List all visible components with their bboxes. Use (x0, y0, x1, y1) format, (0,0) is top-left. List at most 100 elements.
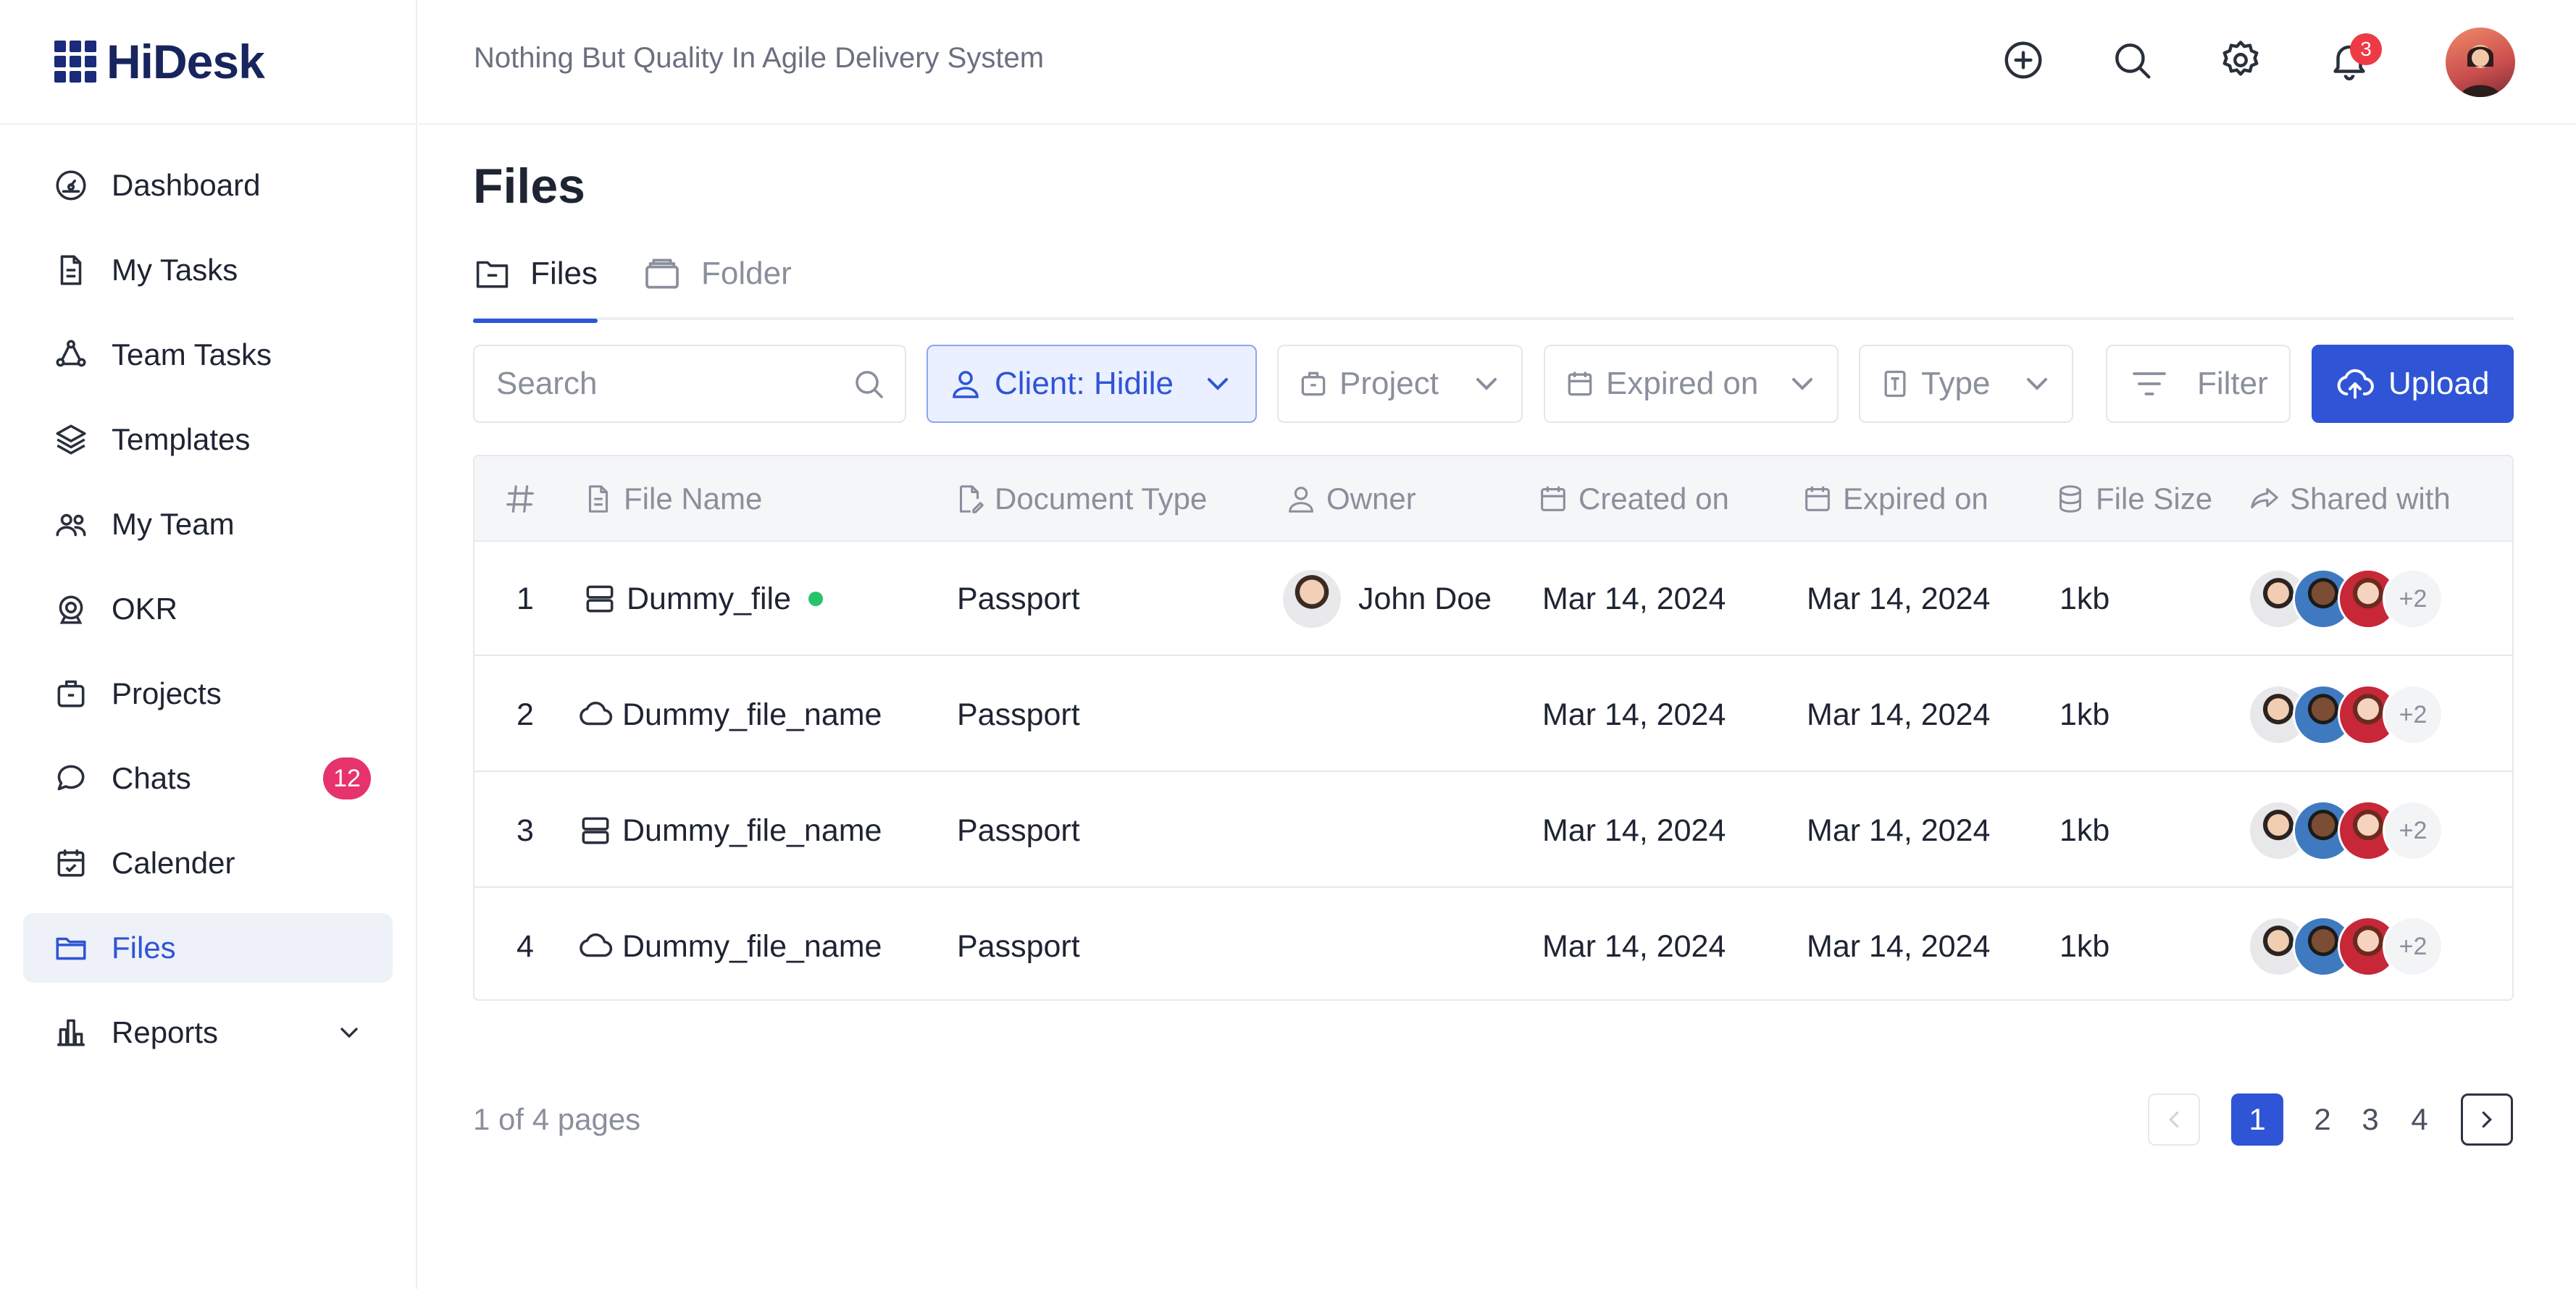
table-row[interactable]: 3 Dummy_file_name Passport Mar 14, 2024 … (474, 773, 2512, 888)
filter-button[interactable]: Filter (2106, 345, 2291, 423)
page-title: Files (473, 159, 585, 214)
sidebar-item-label: Templates (112, 422, 251, 456)
shared-with-avatars[interactable]: +2 (2248, 684, 2443, 745)
pagination-summary: 1 of 4 pages (473, 1102, 641, 1136)
toolbar: Search Client: Hidile Project Expired on… (473, 345, 2514, 423)
sidebar-item-okr[interactable]: OKR (23, 574, 393, 644)
page-button-1[interactable]: 1 (2231, 1093, 2283, 1146)
page-button-2[interactable]: 2 (2296, 1093, 2349, 1146)
sidebar-item-my-team[interactable]: My Team (23, 490, 393, 559)
file-name-cell[interactable]: Dummy_file_name (577, 773, 882, 888)
shared-with-avatars[interactable]: +2 (2248, 916, 2443, 977)
sidebar-item-calender[interactable]: Calender (23, 828, 393, 898)
app-tagline: Nothing But Quality In Agile Delivery Sy… (474, 42, 1045, 74)
upload-label: Upload (2388, 366, 2490, 401)
table-row[interactable]: 1 Dummy_file Passport John Doe Mar 14, 2… (474, 542, 2512, 656)
column-header-owner[interactable]: Owner (1284, 456, 1416, 542)
expired-on-cell: Mar 14, 2024 (1807, 928, 1991, 964)
sidebar-item-reports[interactable]: Reports (23, 998, 393, 1067)
user-avatar[interactable] (2446, 28, 2515, 97)
created-on-cell: Mar 14, 2024 (1542, 697, 1726, 732)
previous-page-button[interactable] (2148, 1093, 2200, 1146)
search-input[interactable]: Search (473, 345, 906, 423)
chevron-down-icon[interactable] (335, 1018, 364, 1047)
document-icon (588, 485, 609, 513)
sidebar-item-files[interactable]: Files (23, 913, 393, 983)
brand-logo[interactable]: HiDesk (54, 29, 265, 94)
document-type-cell: Passport (957, 928, 1080, 964)
hash-icon (506, 485, 534, 513)
file-name: Dummy_file (627, 581, 791, 616)
upload-button[interactable]: Upload (2312, 345, 2514, 423)
sidebar-item-label: Reports (112, 1015, 219, 1049)
sidebar-item-dashboard[interactable]: Dashboard (23, 151, 393, 220)
user-icon (953, 371, 979, 398)
tab-label: Folder (701, 256, 792, 291)
owner-cell[interactable]: John Doe (1283, 542, 1492, 656)
shared-with-avatars[interactable]: +2 (2248, 800, 2443, 861)
expired-on-cell: Mar 14, 2024 (1807, 581, 1991, 616)
calendar-check-icon (52, 844, 90, 882)
briefcase-icon (1301, 371, 1326, 396)
search-icon (856, 371, 883, 398)
text-file-icon (1884, 370, 1906, 398)
sidebar-item-label: My Team (112, 507, 235, 541)
expired-filter-dropdown[interactable]: Expired on (1544, 345, 1839, 423)
folder-minus-icon (476, 261, 509, 288)
tab-files[interactable]: Files (473, 230, 598, 323)
file-name-cell[interactable]: Dummy_file_name (577, 889, 882, 999)
document-type-cell: Passport (957, 697, 1080, 732)
column-header-file-size[interactable]: File Size (2054, 456, 2212, 542)
bell-icon[interactable]: 3 (2324, 33, 2382, 85)
file-size-cell: 1kb (2059, 928, 2110, 964)
file-name-cell[interactable]: Dummy_file_name (577, 658, 882, 772)
column-header-shared-with[interactable]: Shared with (2248, 456, 2451, 542)
page-button-3[interactable]: 3 (2344, 1093, 2396, 1146)
owner-avatar (1283, 570, 1341, 628)
column-header-expired-on[interactable]: Expired on (1801, 456, 1989, 542)
sidebar-item-chats[interactable]: Chats 12 (23, 744, 393, 813)
sidebar-item-label: Dashboard (112, 168, 261, 202)
page-button-4[interactable]: 4 (2393, 1093, 2446, 1146)
column-header-file-name[interactable]: File Name (582, 456, 762, 542)
sidebar-item-label: Projects (112, 676, 222, 710)
type-filter-label: Type (1921, 366, 1991, 401)
search-icon[interactable] (2107, 35, 2157, 85)
sidebar-item-templates[interactable]: Templates (23, 405, 393, 474)
sidebar-item-label: Files (112, 931, 176, 965)
folder-icon (52, 929, 90, 967)
table-row[interactable]: 4 Dummy_file_name Passport Mar 14, 2024 … (474, 889, 2512, 999)
file-name: Dummy_file_name (622, 928, 882, 964)
notification-badge: 3 (2350, 33, 2382, 65)
table-row[interactable]: 2 Dummy_file_name Passport Mar 14, 2024 … (474, 658, 2512, 772)
column-header-created-on[interactable]: Created on (1536, 456, 1729, 542)
sidebar-item-projects[interactable]: Projects (23, 659, 393, 729)
row-number: 2 (517, 697, 534, 732)
type-filter-dropdown[interactable]: Type (1859, 345, 2073, 423)
cloud-upload-icon (2337, 369, 2374, 399)
sidebar-item-my-tasks[interactable]: My Tasks (23, 235, 393, 305)
filter-lines-icon (2133, 372, 2166, 395)
shared-more-count: +2 (2383, 684, 2443, 745)
plus-circle-icon[interactable] (1998, 35, 2049, 85)
chevron-left-icon (2169, 1111, 2179, 1128)
column-header-number[interactable] (503, 456, 545, 542)
document-type-cell: Passport (957, 813, 1080, 848)
file-name: Dummy_file_name (622, 697, 882, 732)
shared-more-count: +2 (2383, 568, 2443, 629)
team-tasks-icon (52, 336, 90, 374)
owner-name: John Doe (1358, 581, 1492, 616)
sidebar-item-team-tasks[interactable]: Team Tasks (23, 320, 393, 390)
shared-with-avatars[interactable]: +2 (2248, 568, 2443, 629)
client-filter-dropdown[interactable]: Client: Hidile (927, 345, 1257, 423)
file-name: Dummy_file_name (622, 813, 882, 848)
file-name-cell[interactable]: Dummy_file (582, 542, 823, 656)
tab-folder[interactable]: Folder (642, 230, 792, 317)
table-header: File Name Document Type Owner Created on… (474, 456, 2512, 542)
column-header-document-type[interactable]: Document Type (953, 456, 1207, 542)
gear-icon[interactable] (2215, 35, 2266, 85)
next-page-button[interactable] (2461, 1093, 2513, 1146)
project-filter-dropdown[interactable]: Project (1277, 345, 1523, 423)
sidebar-item-label: Calender (112, 846, 235, 880)
created-on-cell: Mar 14, 2024 (1542, 581, 1726, 616)
